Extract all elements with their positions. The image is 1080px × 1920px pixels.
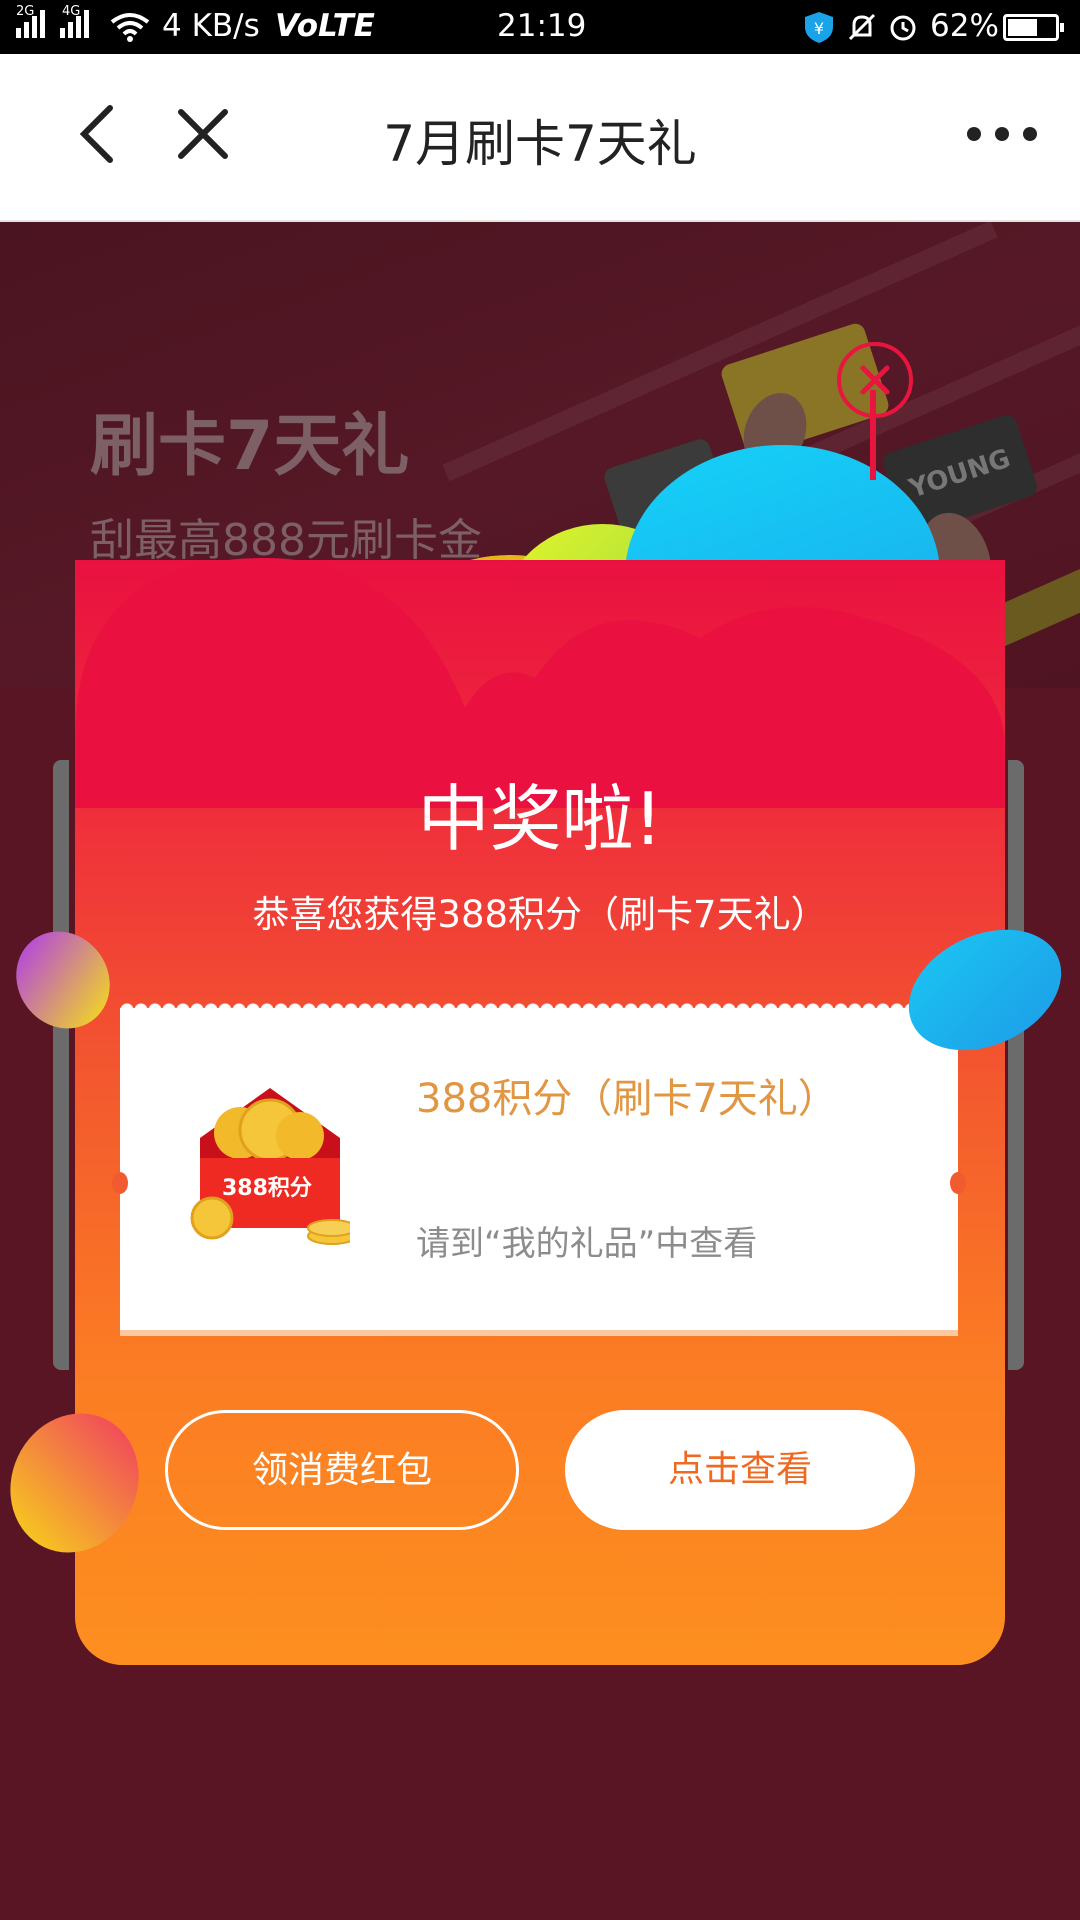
close-icon bbox=[860, 365, 890, 395]
banner-title: 刷卡7天礼 bbox=[90, 407, 410, 486]
modal-close-button[interactable] bbox=[837, 342, 913, 418]
battery-percent: 62% bbox=[930, 8, 999, 44]
status-bar: 2G 4G 4 KB/s VoLTE 21:19 ¥ 62% bbox=[0, 0, 1080, 54]
security-shield-icon: ¥ bbox=[805, 12, 833, 43]
nav-bar: 7月刷卡7天礼 bbox=[0, 54, 1080, 222]
signal-icon bbox=[16, 10, 45, 38]
get-red-packet-button[interactable]: 领消费红包 bbox=[165, 1410, 519, 1530]
prize-name: 388积分（刷卡7天礼） bbox=[416, 1076, 838, 1122]
view-prize-button[interactable]: 点击查看 bbox=[565, 1410, 915, 1530]
volte-label: VoLTE bbox=[275, 8, 375, 44]
prize-modal: 中奖啦! 恭喜您获得388积分（刷卡7天礼） 388积分 388积分（刷卡7天礼… bbox=[75, 558, 1005, 1665]
ticket-serrated-edge bbox=[120, 998, 958, 1010]
modal-title: 中奖啦! bbox=[417, 777, 663, 861]
svg-text:¥: ¥ bbox=[814, 19, 824, 38]
clock: 21:19 bbox=[497, 8, 587, 44]
red-envelope-image: 388积分 bbox=[190, 1078, 350, 1268]
network-speed: 4 KB/s bbox=[162, 8, 260, 44]
ticket-notch bbox=[112, 1172, 128, 1194]
frame-bar-left bbox=[53, 760, 69, 1370]
frame-bar-right bbox=[1008, 760, 1024, 1370]
ticket-notch bbox=[950, 1172, 966, 1194]
prize-ticket: 388积分 388积分（刷卡7天礼） 请到“我的礼品”中查看 bbox=[112, 998, 966, 1336]
alarm-icon bbox=[890, 15, 916, 41]
prize-tip: 请到“我的礼品”中查看 bbox=[416, 1224, 758, 1264]
more-dots-icon bbox=[967, 127, 1037, 141]
battery-fill bbox=[1008, 19, 1037, 36]
wifi-icon bbox=[110, 13, 150, 42]
banner-stripe bbox=[442, 222, 998, 482]
signal-icon bbox=[60, 10, 89, 38]
modal-subtitle: 恭喜您获得388积分（刷卡7天礼） bbox=[252, 893, 828, 936]
envelope-label: 388积分 bbox=[222, 1176, 312, 1201]
more-button[interactable] bbox=[962, 94, 1042, 174]
battery-icon bbox=[1003, 14, 1064, 41]
page-title: 7月刷卡7天礼 bbox=[383, 115, 697, 173]
bell-muted-icon bbox=[848, 13, 876, 41]
